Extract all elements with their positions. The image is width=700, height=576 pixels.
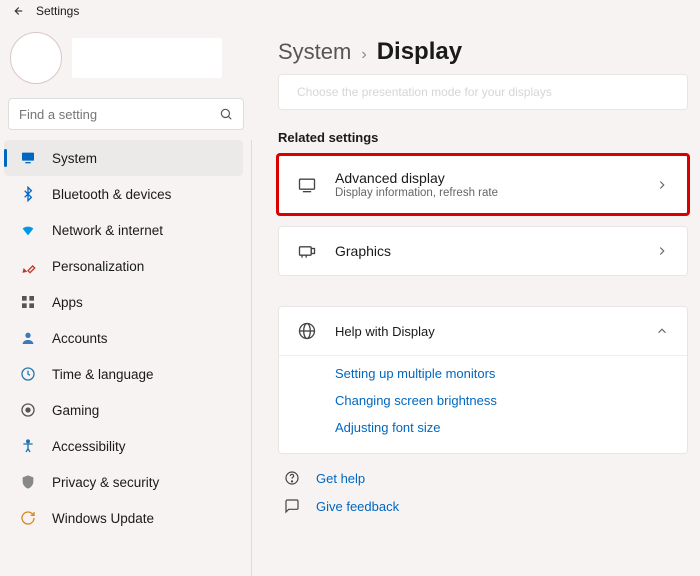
sidebar-item-gaming[interactable]: Gaming [4, 392, 243, 428]
breadcrumb-parent[interactable]: System [278, 39, 351, 65]
graphics-icon [297, 241, 327, 261]
search-field[interactable] [19, 107, 219, 122]
advanced-display-row[interactable]: Advanced display Display information, re… [278, 155, 688, 214]
related-settings-label: Related settings [278, 130, 688, 145]
avatar [10, 32, 62, 84]
search-icon [219, 107, 233, 121]
sidebar-item-label: Time & language [52, 367, 154, 382]
sidebar-item-network[interactable]: Network & internet [4, 212, 243, 248]
presentation-mode-card[interactable]: Choose the presentation mode for your di… [278, 74, 688, 110]
help-icon [284, 470, 302, 486]
chevron-up-icon [655, 324, 669, 338]
globe-icon [297, 321, 327, 341]
row-title: Advanced display [335, 170, 498, 186]
sidebar-item-update[interactable]: Windows Update [4, 500, 243, 536]
sidebar-item-label: Network & internet [52, 223, 163, 238]
get-help-link[interactable]: Get help [284, 470, 688, 486]
bluetooth-icon [18, 186, 38, 202]
search-input[interactable] [8, 98, 244, 130]
truncated-text: Choose the presentation mode for your di… [297, 85, 552, 99]
sidebar-item-system[interactable]: System [4, 140, 243, 176]
sidebar-item-label: Apps [52, 295, 83, 310]
sidebar-item-accessibility[interactable]: Accessibility [4, 428, 243, 464]
profile-block[interactable] [4, 26, 252, 94]
sidebar-item-label: Windows Update [52, 511, 154, 526]
help-title: Help with Display [335, 324, 435, 339]
chevron-right-icon [655, 178, 669, 192]
row-title: Graphics [335, 243, 391, 259]
help-card: Help with Display Setting up multiple mo… [278, 306, 688, 454]
sidebar-item-bluetooth[interactable]: Bluetooth & devices [4, 176, 243, 212]
sidebar-item-time[interactable]: Time & language [4, 356, 243, 392]
feedback-label: Give feedback [316, 499, 399, 514]
clock-icon [18, 366, 38, 382]
sidebar-item-accounts[interactable]: Accounts [4, 320, 243, 356]
help-link-brightness[interactable]: Changing screen brightness [335, 393, 669, 408]
app-title: Settings [36, 4, 79, 18]
sidebar-item-label: Personalization [52, 259, 144, 274]
sidebar-item-label: Bluetooth & devices [52, 187, 171, 202]
page-title: Display [377, 38, 462, 66]
sidebar-item-label: Accounts [52, 331, 108, 346]
sidebar-item-apps[interactable]: Apps [4, 284, 243, 320]
sidebar-item-label: Gaming [52, 403, 99, 418]
help-header[interactable]: Help with Display [279, 307, 687, 355]
feedback-icon [284, 498, 302, 514]
sidebar-item-personalization[interactable]: Personalization [4, 248, 243, 284]
help-link-monitors[interactable]: Setting up multiple monitors [335, 366, 669, 381]
sidebar-item-privacy[interactable]: Privacy & security [4, 464, 243, 500]
brush-icon [18, 258, 38, 274]
back-icon[interactable] [8, 4, 26, 18]
profile-name [72, 38, 222, 78]
update-icon [18, 510, 38, 526]
system-icon [18, 150, 38, 166]
apps-icon [18, 294, 38, 310]
sidebar-item-label: Accessibility [52, 439, 126, 454]
get-help-label: Get help [316, 471, 365, 486]
breadcrumb: System › Display [278, 38, 688, 66]
display-icon [297, 175, 327, 195]
gaming-icon [18, 402, 38, 418]
graphics-row[interactable]: Graphics [278, 226, 688, 276]
sidebar-item-label: Privacy & security [52, 475, 159, 490]
sidebar-item-label: System [52, 151, 97, 166]
chevron-right-icon [655, 244, 669, 258]
accessibility-icon [18, 438, 38, 454]
chevron-right-icon: › [361, 46, 366, 64]
give-feedback-link[interactable]: Give feedback [284, 498, 688, 514]
help-link-fontsize[interactable]: Adjusting font size [335, 420, 669, 435]
person-icon [18, 330, 38, 346]
shield-icon [18, 474, 38, 490]
wifi-icon [18, 222, 38, 238]
row-subtitle: Display information, refresh rate [335, 187, 498, 199]
